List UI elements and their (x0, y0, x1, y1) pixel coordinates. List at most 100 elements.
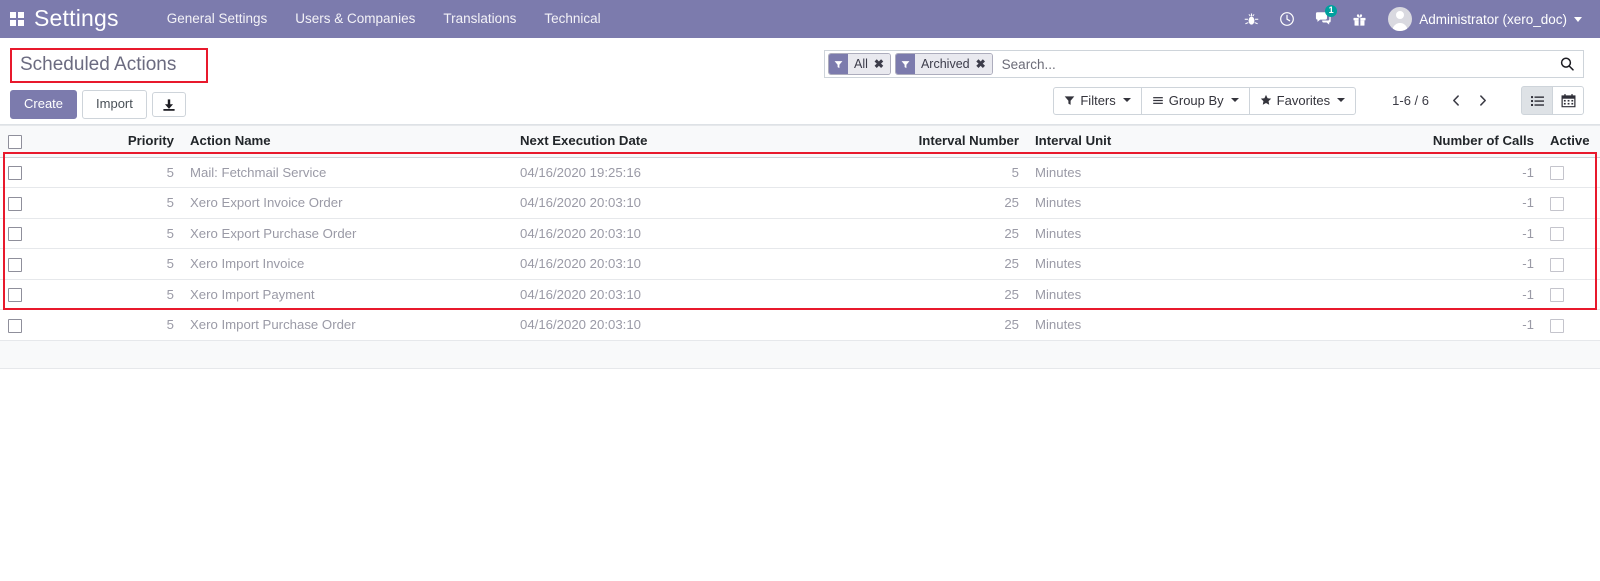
search-facet-all-remove-icon[interactable]: ✖ (872, 54, 890, 74)
table-row[interactable]: 5 Xero Import Purchase Order 04/16/2020 20… (0, 309, 1600, 341)
column-header-interval-number[interactable]: Interval Number (792, 125, 1027, 158)
active-checkbox[interactable] (1550, 257, 1564, 272)
search-bar[interactable]: All ✖ Archived ✖ (824, 50, 1584, 78)
search-magnifier-icon[interactable] (1555, 56, 1581, 72)
apps-grid-icon[interactable] (0, 0, 34, 38)
group-by-dropdown[interactable]: Group By (1140, 86, 1250, 115)
pager-previous-button[interactable] (1443, 89, 1469, 113)
row-select-cell (0, 309, 42, 341)
control-panel-left: Scheduled Actions Create Import (10, 38, 208, 119)
control-panel-tools: Filters Group By Favorites 1-6 / 6 (1053, 86, 1584, 115)
search-facet-all[interactable]: All ✖ (828, 53, 891, 75)
row-select-cell (0, 187, 42, 219)
favorites-dropdown-label: Favorites (1276, 92, 1331, 108)
select-all-checkbox[interactable] (8, 134, 22, 149)
active-checkbox[interactable] (1550, 288, 1564, 303)
messages-badge-count: 1 (1325, 5, 1338, 17)
active-checkbox[interactable] (1550, 318, 1564, 333)
menu-general-settings[interactable]: General Settings (153, 0, 282, 38)
avatar (1388, 7, 1413, 31)
column-header-active[interactable]: Active (1542, 125, 1600, 158)
table-row[interactable]: 5 Xero Import Payment 04/16/2020 20:03:10 2… (0, 279, 1600, 311)
control-panel-top-row: Scheduled Actions Create Import All ✖ Ar… (0, 38, 1600, 124)
search-facet-archived-remove-icon[interactable]: ✖ (974, 54, 992, 74)
user-menu[interactable]: Administrator (xero_doc) (1378, 0, 1588, 38)
menu-technical[interactable]: Technical (530, 0, 614, 38)
table-footer-cell (0, 340, 42, 369)
row-select-checkbox[interactable] (8, 288, 22, 303)
gift-icon[interactable] (1342, 0, 1376, 38)
cell-interval-number: 25 (792, 309, 1027, 341)
cell-action-name: Xero Import Purchase Order (182, 309, 512, 341)
import-button[interactable]: Import (82, 90, 147, 119)
search-facet-all-label: All (848, 54, 873, 74)
user-name-label: Administrator (xero_doc) (1419, 11, 1567, 27)
row-select-checkbox[interactable] (8, 227, 22, 242)
debug-bug-icon[interactable] (1234, 0, 1268, 38)
row-select-checkbox[interactable] (8, 318, 22, 333)
table-footer-cell (1307, 340, 1542, 369)
column-header-number-of-calls[interactable]: Number of Calls (1307, 125, 1542, 158)
app-brand-title[interactable]: Settings (34, 5, 119, 34)
create-button[interactable]: Create (10, 90, 78, 119)
search-input[interactable] (995, 52, 1555, 76)
list-view-button[interactable] (1521, 86, 1553, 115)
row-select-checkbox[interactable] (8, 196, 22, 211)
cell-next-execution-date: 04/16/2020 20:03:10 (512, 248, 792, 280)
column-header-interval-unit[interactable]: Interval Unit (1027, 125, 1307, 158)
table-row[interactable]: 5 Xero Export Invoice Order 04/16/2020 20:… (0, 187, 1600, 219)
favorites-dropdown[interactable]: Favorites (1248, 86, 1357, 115)
pager-count-label: 1-6 / 6 (1392, 93, 1429, 108)
menu-users-companies[interactable]: Users & Companies (281, 0, 429, 38)
column-header-next-execution-date[interactable]: Next Execution Date (512, 125, 792, 158)
row-select-cell (0, 248, 42, 280)
apps-grid-glyph (10, 12, 24, 26)
table-row[interactable]: 5 Xero Export Purchase Order 04/16/2020 20… (0, 218, 1600, 250)
calendar-view-button[interactable] (1552, 86, 1584, 115)
group-by-dropdown-label: Group By (1168, 92, 1224, 108)
table-footer-cell (1027, 340, 1307, 369)
table-row[interactable]: 5 Xero Import Invoice 04/16/2020 20:03:10 2… (0, 248, 1600, 280)
chevron-down-icon (1230, 98, 1239, 102)
cell-active (1542, 248, 1600, 280)
table-footer-row (0, 340, 1600, 369)
star-icon (1260, 94, 1271, 105)
cell-interval-unit: Minutes (1027, 187, 1307, 219)
filters-dropdown[interactable]: Filters (1053, 86, 1142, 115)
pager-next-button[interactable] (1469, 89, 1495, 113)
action-buttons: Create Import (10, 90, 208, 119)
navbar-right-actions: 1 Administrator (xero_doc) (1234, 0, 1600, 38)
pager: 1-6 / 6 (1392, 89, 1495, 113)
row-select-checkbox[interactable] (8, 166, 22, 181)
active-checkbox[interactable] (1550, 227, 1564, 242)
row-select-checkbox[interactable] (8, 257, 22, 272)
row-select-cell (0, 218, 42, 250)
messages-chat-icon[interactable]: 1 (1306, 0, 1340, 38)
cell-number-of-calls: -1 (1307, 309, 1542, 341)
column-header-action-name[interactable]: Action Name (182, 125, 512, 158)
column-header-priority[interactable]: Priority (42, 125, 182, 158)
filter-funnel-icon (829, 54, 848, 74)
search-facet-archived[interactable]: Archived ✖ (894, 53, 993, 75)
cell-priority: 5 (42, 309, 182, 341)
table-row[interactable]: 5 Mail: Fetchmail Service 04/16/2020 19:25… (0, 157, 1600, 189)
search-facet-archived-label: Archived (914, 54, 975, 74)
row-select-cell (0, 157, 42, 189)
clock-activity-icon[interactable] (1270, 0, 1304, 38)
active-checkbox[interactable] (1550, 166, 1564, 181)
download-icon[interactable] (151, 92, 186, 117)
page-title-highlight: Scheduled Actions (10, 48, 208, 83)
top-navbar: Settings General Settings Users & Compan… (0, 0, 1600, 38)
chevron-down-icon (1574, 16, 1582, 22)
cell-number-of-calls: -1 (1307, 157, 1542, 189)
cell-active (1542, 218, 1600, 250)
cell-action-name: Xero Import Invoice (182, 248, 512, 280)
table-header: Priority Action Name Next Execution Date… (0, 125, 1600, 158)
cell-next-execution-date: 04/16/2020 20:03:10 (512, 279, 792, 311)
control-panel: Scheduled Actions Create Import All ✖ Ar… (0, 38, 1600, 125)
menu-translations[interactable]: Translations (429, 0, 530, 38)
active-checkbox[interactable] (1550, 196, 1564, 211)
cell-active (1542, 279, 1600, 311)
cell-number-of-calls: -1 (1307, 187, 1542, 219)
scheduled-actions-table: Priority Action Name Next Execution Date… (0, 125, 1600, 369)
